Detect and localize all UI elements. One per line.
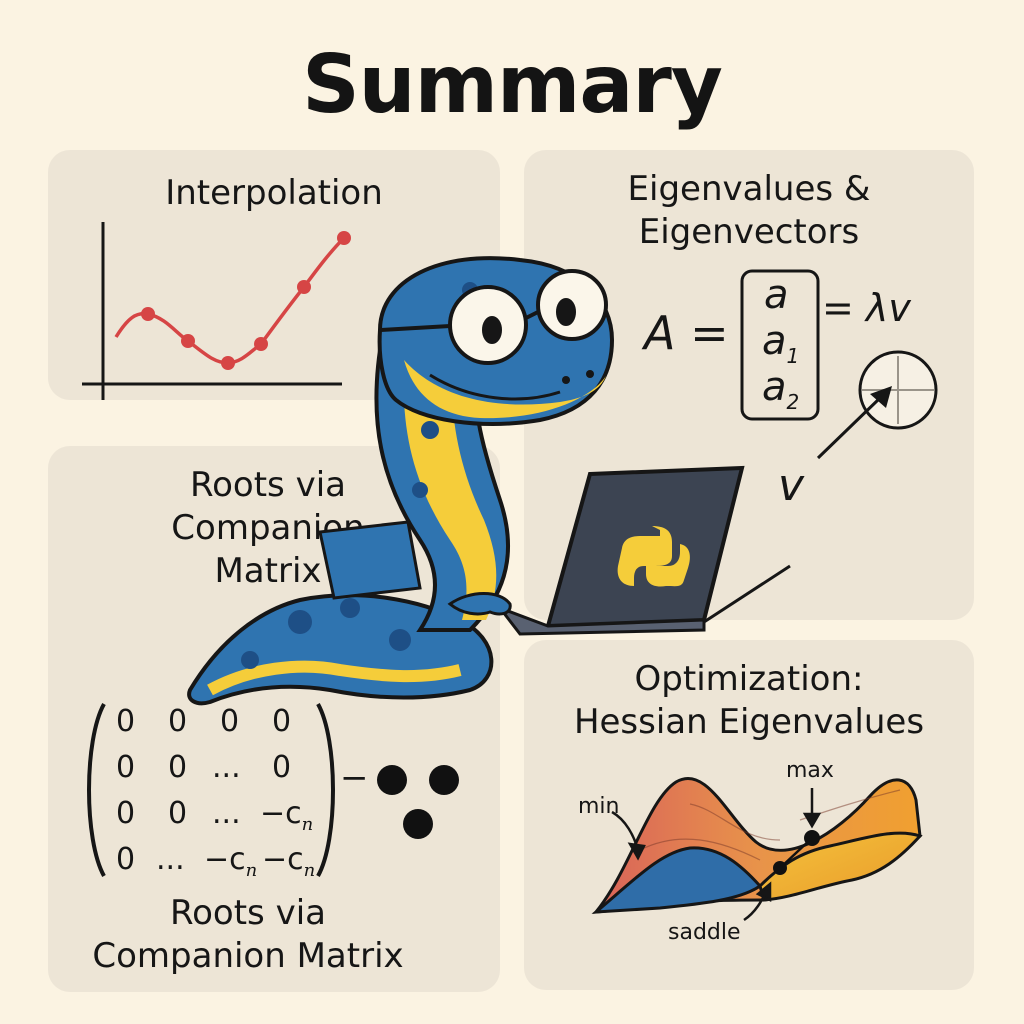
matrix-dash: − <box>340 758 369 798</box>
matrix-left-paren <box>87 703 106 877</box>
matrix-cell: 0 <box>272 704 292 739</box>
label-min: min <box>578 794 620 819</box>
matrix-right-paren <box>316 703 335 877</box>
matrix-cell: 0 <box>116 750 136 785</box>
matrix-cell: ... <box>212 750 241 785</box>
data-point <box>181 334 195 348</box>
matrix-cell: ... <box>156 842 185 877</box>
matrix-cell: 0 <box>168 704 188 739</box>
matrix-entry-a: a <box>764 272 789 318</box>
matrix-cell: −cn <box>262 842 316 881</box>
laptop-icon <box>495 465 791 636</box>
eigenvector-label: v <box>778 460 805 511</box>
interpolation-curve <box>114 236 346 365</box>
matrix-cell: 0 <box>220 704 240 739</box>
matrix-cell: 0 <box>272 750 292 785</box>
illustration-layer <box>82 222 938 922</box>
eigen-lhs: A = <box>644 306 729 360</box>
root-dot <box>403 809 433 839</box>
matrix-cell: 0 <box>116 842 136 877</box>
matrix-cell: −cn <box>204 842 258 881</box>
data-point <box>337 231 351 245</box>
data-point <box>221 356 235 370</box>
data-point <box>254 337 268 351</box>
interpolation-points <box>141 231 351 370</box>
data-point <box>297 280 311 294</box>
root-dots <box>377 765 459 839</box>
matrix-cell: 0 <box>168 750 188 785</box>
matrix-entry-a1: a1 <box>762 318 800 368</box>
eigen-rhs: = λv <box>822 286 911 330</box>
matrix-cell: 0 <box>116 704 136 739</box>
root-dot <box>377 765 407 795</box>
label-max: max <box>786 758 834 783</box>
data-point <box>141 307 155 321</box>
matrix-cell: −cn <box>260 796 314 835</box>
label-saddle: saddle <box>668 920 741 945</box>
matrix-entry-a2: a2 <box>762 364 800 414</box>
matrix-cell: 0 <box>116 796 136 831</box>
root-dot <box>429 765 459 795</box>
tablet-icon <box>318 520 422 600</box>
eigenvector-circle-icon <box>858 350 938 430</box>
matrix-cell: ... <box>212 796 241 831</box>
matrix-cell: 0 <box>168 796 188 831</box>
interpolation-axes <box>82 222 342 400</box>
